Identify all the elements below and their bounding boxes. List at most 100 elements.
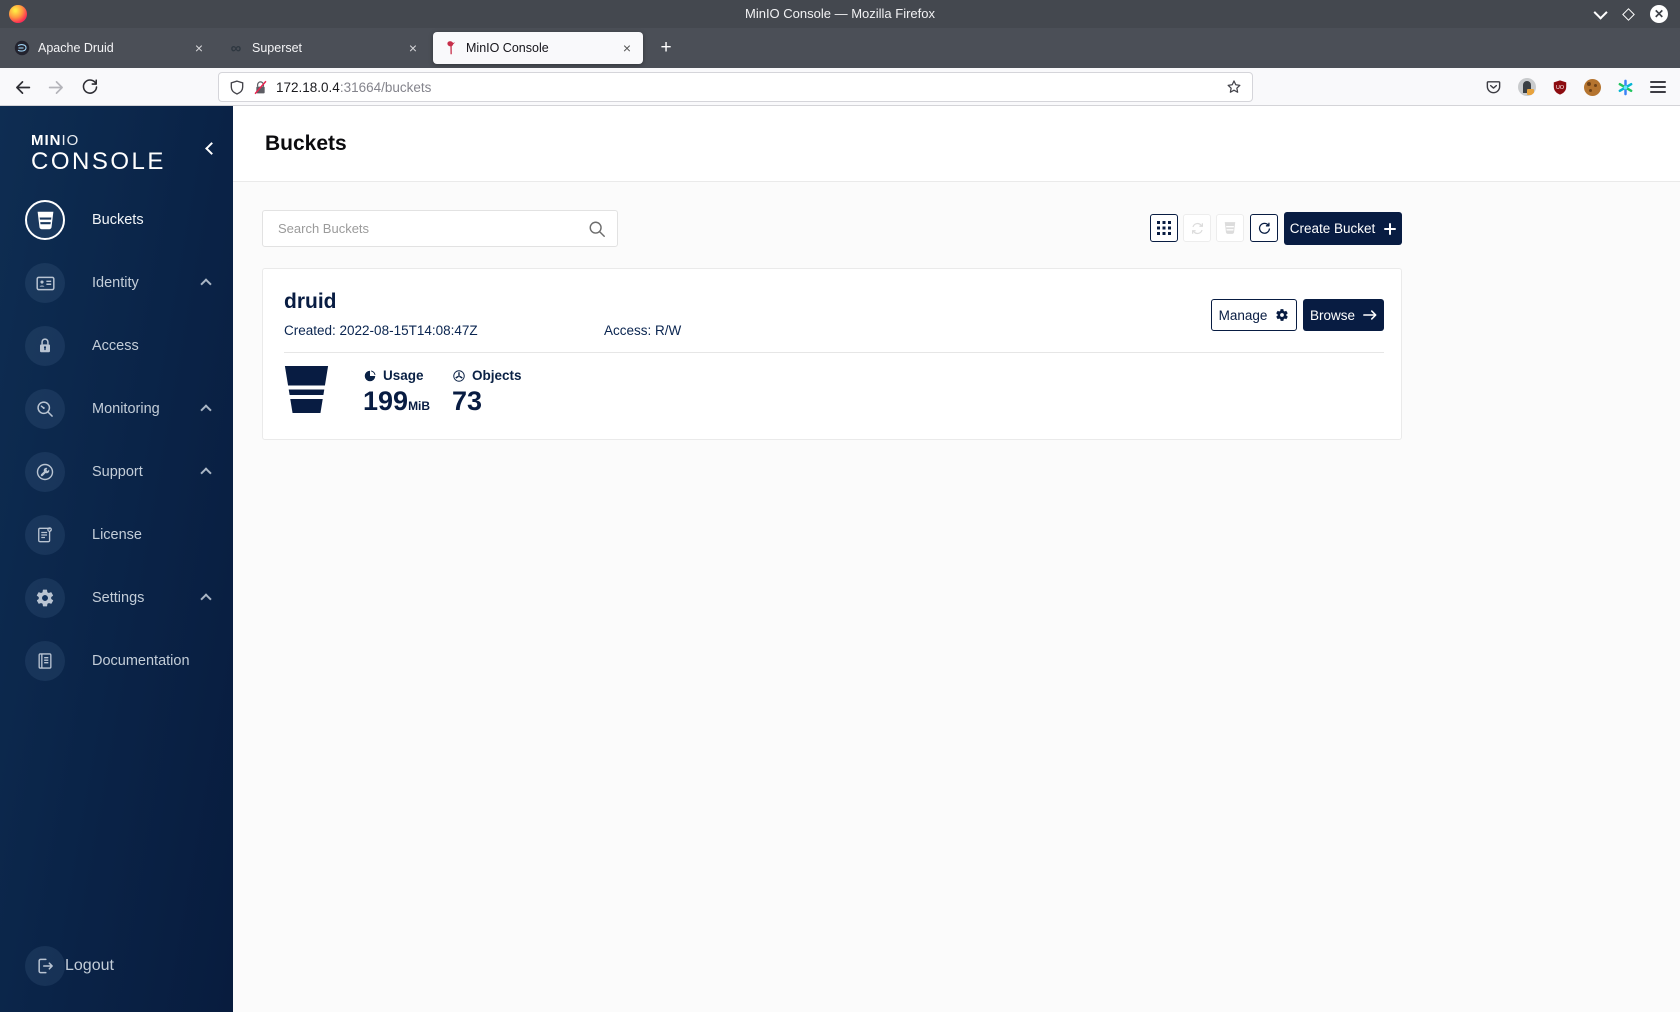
privacy-extension-icon[interactable] [1518, 78, 1536, 96]
sidebar-item-access[interactable]: Access [0, 324, 233, 368]
sidebar-item-label: Documentation [92, 653, 190, 669]
bucket-created: Created: 2022-08-15T14:08:47Z [284, 323, 478, 338]
manage-label: Manage [1218, 307, 1268, 323]
url-host: 172.18.0.4 [276, 79, 340, 95]
arrow-right-icon [1363, 309, 1377, 321]
identity-card-icon [25, 263, 65, 303]
gear-icon [1275, 308, 1289, 322]
replication-button[interactable] [1183, 214, 1211, 242]
main-content: Buckets Create Bucket druid [233, 106, 1680, 1012]
tab-superset[interactable]: ∞ Superset × [219, 32, 429, 64]
url-path: :31664/buckets [339, 79, 432, 95]
url-bar[interactable]: 172.18.0.4:31664/buckets [218, 72, 1253, 102]
license-document-icon [25, 515, 65, 555]
sidebar-item-label: Logout [65, 957, 114, 974]
url-text: 172.18.0.4:31664/buckets [276, 80, 1226, 95]
usage-unit: MiB [408, 399, 431, 413]
browse-button[interactable]: Browse [1303, 299, 1384, 331]
bucket-card: druid Created: 2022-08-15T14:08:47Z Acce… [262, 268, 1402, 440]
create-bucket-button[interactable]: Create Bucket [1284, 212, 1402, 245]
tab-close-icon[interactable]: × [192, 40, 206, 56]
window-maximize-icon[interactable] [1622, 7, 1635, 21]
search-icon [588, 220, 606, 238]
sidebar-item-settings[interactable]: Settings [0, 576, 233, 620]
search-input[interactable] [263, 211, 617, 246]
minio-logo: MINIO CONSOLE [0, 106, 233, 176]
new-tab-button[interactable]: + [651, 33, 681, 63]
navigation-toolbar: 172.18.0.4:31664/buckets UO [0, 68, 1680, 106]
pocket-icon[interactable] [1485, 79, 1502, 96]
sidebar-item-monitoring[interactable]: Monitoring [0, 387, 233, 431]
back-button[interactable] [10, 75, 34, 99]
grid-view-button[interactable] [1150, 214, 1178, 242]
usage-value: 199 [363, 386, 409, 416]
sidebar-item-documentation[interactable]: Documentation [0, 639, 233, 683]
browse-label: Browse [1309, 307, 1355, 323]
window-close-icon[interactable]: ✕ [1650, 5, 1668, 23]
tab-close-icon[interactable]: × [620, 40, 634, 56]
sidebar-item-license[interactable]: License [0, 513, 233, 557]
manage-button[interactable]: Manage [1211, 299, 1297, 331]
sidebar-item-label: Buckets [92, 212, 144, 228]
bucket-name[interactable]: druid [284, 290, 337, 314]
sidebar-item-identity[interactable]: Identity [0, 261, 233, 305]
tab-minio-console[interactable]: MinIO Console × [433, 32, 643, 64]
logo-console-text: CONSOLE [31, 148, 166, 175]
documentation-book-icon [25, 641, 65, 681]
chevron-up-icon[interactable] [200, 593, 212, 605]
tab-strip: Apache Druid × ∞ Superset × MinIO Consol… [0, 28, 1680, 68]
usage-label: Usage [383, 368, 424, 383]
insecure-lock-icon[interactable] [253, 79, 268, 96]
menu-hamburger-icon[interactable] [1650, 81, 1666, 93]
minio-favicon-icon [442, 40, 458, 56]
sidebar-item-label: Support [92, 464, 143, 480]
ublock-origin-icon[interactable]: UO [1552, 79, 1568, 96]
chevron-up-icon[interactable] [200, 404, 212, 416]
forward-button[interactable] [44, 75, 68, 99]
superset-favicon-icon: ∞ [230, 39, 242, 57]
objects-value: 73 [452, 386, 483, 416]
logo-io-text: IO [61, 132, 80, 149]
sidebar-item-buckets[interactable]: Buckets [0, 198, 233, 242]
sidebar: MINIO CONSOLE Buckets Identity Access Mo… [0, 106, 233, 1012]
bookmark-star-icon[interactable] [1226, 79, 1242, 95]
logo-min-text: MIN [31, 132, 62, 149]
sidebar-item-support[interactable]: Support [0, 450, 233, 494]
cookie-extension-icon[interactable] [1584, 78, 1601, 96]
card-divider [284, 352, 1384, 353]
window-title: MinIO Console — Mozilla Firefox [745, 6, 935, 21]
lock-icon [25, 326, 65, 366]
page-header: Buckets [233, 106, 1680, 182]
delete-buckets-button[interactable] [1216, 214, 1244, 242]
sidebar-item-label: Settings [92, 590, 145, 606]
page-title: Buckets [265, 131, 347, 155]
usage-metric: Usage 199MiB [363, 368, 430, 415]
tab-label: MinIO Console [466, 41, 549, 55]
sidebar-item-label: Access [92, 338, 139, 354]
bucket-icon-large [284, 366, 329, 413]
tracking-shield-icon[interactable] [229, 79, 245, 96]
tab-close-icon[interactable]: × [406, 40, 420, 56]
tab-apache-druid[interactable]: Apache Druid × [5, 32, 215, 64]
bucket-access: Access: R/W [604, 323, 682, 338]
sidebar-item-label: License [92, 527, 142, 543]
sidebar-item-label: Identity [92, 275, 139, 291]
reload-button[interactable] [78, 75, 102, 99]
chevron-up-icon[interactable] [200, 278, 212, 290]
search-box [262, 210, 618, 247]
svg-text:UO: UO [1556, 84, 1564, 90]
logout-icon [25, 946, 65, 986]
gear-icon [25, 578, 65, 618]
objects-metric: Objects 73 [452, 368, 522, 415]
plus-icon [1384, 222, 1397, 235]
druid-favicon-icon [14, 40, 30, 56]
refresh-button[interactable] [1250, 214, 1278, 242]
bucket-icon [25, 200, 65, 240]
tab-label: Apache Druid [38, 41, 114, 55]
sidebar-item-logout[interactable]: Logout [25, 946, 114, 986]
colorful-extension-icon[interactable] [1617, 79, 1634, 96]
tab-label: Superset [252, 41, 303, 55]
chevron-up-icon[interactable] [200, 467, 212, 479]
usage-pie-icon [363, 369, 377, 383]
sidebar-menu: Buckets Identity Access Monitoring Suppo… [0, 198, 233, 683]
